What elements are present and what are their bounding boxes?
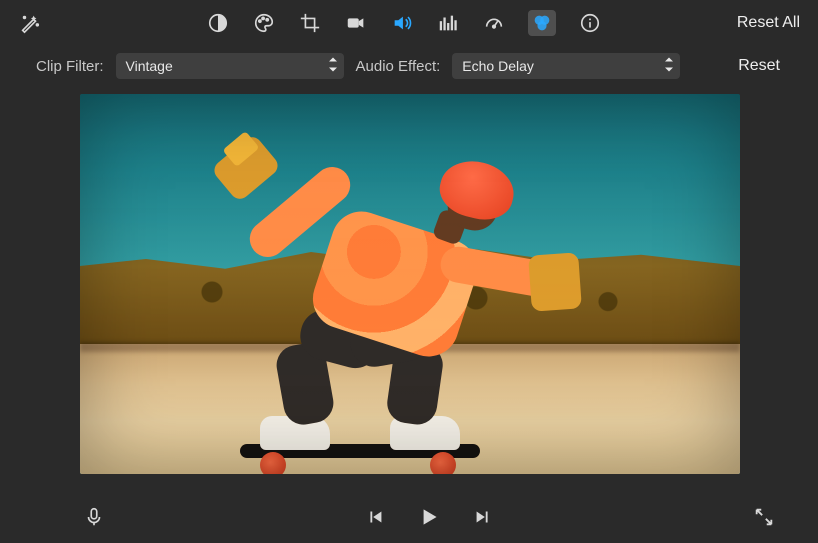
reset-button[interactable]: Reset <box>738 57 780 75</box>
reset-all-button[interactable]: Reset All <box>737 14 800 32</box>
audio-effect-label: Audio Effect: <box>356 58 441 75</box>
equalizer-icon[interactable] <box>436 11 460 35</box>
transport-bar <box>0 491 818 543</box>
effects-strip: Clip Filter: Vintage Audio Effect: Echo … <box>0 46 818 86</box>
volume-icon[interactable] <box>390 11 414 35</box>
clip-filter-label: Clip Filter: <box>36 58 104 75</box>
crop-icon[interactable] <box>298 11 322 35</box>
clip-filter-value: Vintage <box>126 58 173 74</box>
info-icon[interactable] <box>578 11 602 35</box>
camera-icon[interactable] <box>344 11 368 35</box>
speedometer-icon[interactable] <box>482 11 506 35</box>
inspector-toolbar: Reset All <box>0 0 818 46</box>
magic-wand-icon[interactable] <box>18 11 42 35</box>
play-button[interactable] <box>415 503 443 531</box>
expand-icon[interactable] <box>750 503 778 531</box>
audio-effect-select[interactable]: Echo Delay <box>452 53 680 79</box>
palette-icon[interactable] <box>252 11 276 35</box>
contrast-icon[interactable] <box>206 11 230 35</box>
chevron-updown-icon <box>328 58 338 75</box>
video-editor-inspector: Reset All Clip Filter: Vintage Audio Eff… <box>0 0 818 543</box>
clip-filter-select[interactable]: Vintage <box>116 53 344 79</box>
preview-subject <box>200 134 610 474</box>
previous-button[interactable] <box>361 503 389 531</box>
chevron-updown-icon <box>664 58 674 75</box>
effects-icon[interactable] <box>528 10 556 36</box>
next-button[interactable] <box>469 503 497 531</box>
audio-effect-value: Echo Delay <box>462 58 534 74</box>
video-preview[interactable] <box>80 94 740 474</box>
microphone-icon[interactable] <box>80 503 108 531</box>
